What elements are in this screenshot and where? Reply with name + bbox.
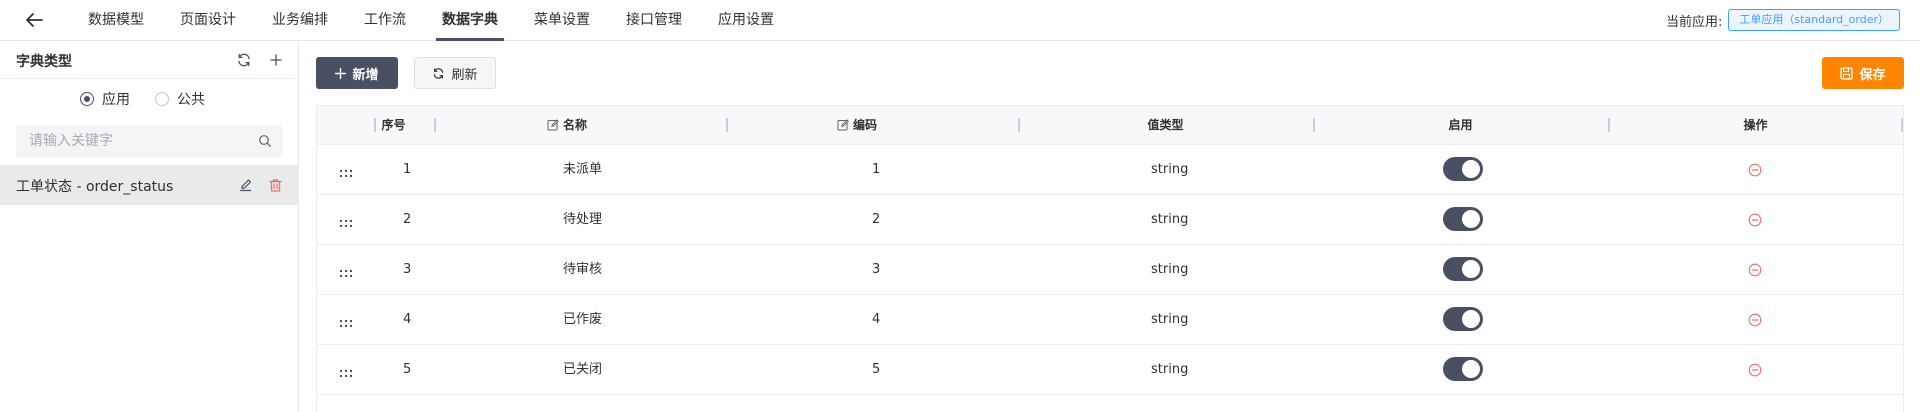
enabled-toggle[interactable]	[1443, 157, 1483, 181]
drag-handle-icon[interactable]	[339, 266, 355, 277]
refresh-icon	[434, 67, 444, 79]
trash-icon[interactable]	[268, 178, 283, 193]
enabled-toggle[interactable]	[1443, 257, 1483, 281]
tab-business-orchestration[interactable]: 业务编排	[254, 0, 346, 41]
tab-data-model[interactable]: 数据模型	[70, 0, 162, 41]
tab-workflow[interactable]: 工作流	[346, 0, 424, 41]
radio-public[interactable]: 公共	[155, 89, 205, 109]
row-value-type[interactable]: string	[1151, 195, 1188, 244]
column-divider[interactable]	[434, 118, 436, 132]
edit-icon[interactable]	[238, 178, 253, 193]
save-button-label: 保存	[1859, 67, 1886, 83]
save-button[interactable]: 保存	[1822, 57, 1904, 89]
drag-handle-icon[interactable]	[339, 316, 355, 327]
column-header-code-label: 编码	[852, 118, 877, 132]
scope-radio-group: 应用 公共	[0, 79, 298, 116]
edit-icon	[837, 119, 849, 131]
refresh-button-label: 刷新	[451, 67, 478, 83]
sidebar-title: 字典类型	[16, 54, 72, 70]
edit-icon	[547, 119, 559, 131]
row-index: 2	[403, 212, 412, 227]
radio-public-label: 公共	[177, 92, 205, 108]
remove-circle-icon[interactable]	[1748, 213, 1762, 227]
search-box	[16, 125, 282, 157]
tab-page-design[interactable]: 页面设计	[162, 0, 254, 41]
remove-circle-icon[interactable]	[1748, 363, 1762, 377]
enabled-toggle[interactable]	[1443, 207, 1483, 231]
column-header-name[interactable]: 名称	[517, 106, 617, 144]
column-header-actions: 操作	[1743, 118, 1768, 132]
drag-handle-icon[interactable]	[339, 216, 355, 227]
column-header-index: 序号	[381, 118, 406, 132]
row-code[interactable]: 3	[872, 245, 880, 294]
row-value-type[interactable]: string	[1151, 145, 1188, 194]
row-code[interactable]: 4	[872, 295, 880, 344]
dictionary-values-table: 序号 名称 编码 值类型 启用 操作 1 未派单 1 string 2 待处理 …	[316, 105, 1904, 412]
tab-menu-settings[interactable]: 菜单设置	[516, 0, 608, 41]
plus-icon	[335, 67, 347, 79]
remove-circle-icon[interactable]	[1748, 263, 1762, 277]
tab-app-settings[interactable]: 应用设置	[700, 0, 792, 41]
radio-public-dot[interactable]	[155, 92, 169, 106]
drag-handle-icon[interactable]	[339, 366, 355, 377]
row-name[interactable]: 已作废	[563, 295, 602, 344]
arrow-left-icon[interactable]	[22, 8, 46, 32]
dictionary-type-sidebar: 字典类型 应用 公共 工单状态 - order_status	[0, 41, 299, 412]
column-divider[interactable]	[726, 118, 728, 132]
row-value-type[interactable]: string	[1151, 245, 1188, 294]
refresh-icon[interactable]	[236, 52, 252, 68]
enabled-toggle[interactable]	[1443, 357, 1483, 381]
table-row: 5 已关闭 5 string	[317, 345, 1903, 395]
row-value-type[interactable]: string	[1151, 295, 1188, 344]
plus-icon[interactable]	[268, 52, 284, 68]
search-icon[interactable]	[258, 134, 272, 148]
add-button[interactable]: 新增	[316, 57, 398, 89]
row-index: 1	[403, 162, 412, 177]
radio-app[interactable]: 应用	[80, 89, 130, 109]
row-name[interactable]: 待审核	[563, 245, 602, 294]
module-tabs: 数据模型 页面设计 业务编排 工作流 数据字典 菜单设置 接口管理 应用设置	[70, 0, 792, 41]
drag-handle-icon[interactable]	[339, 166, 355, 177]
dictionary-item[interactable]: 工单状态 - order_status	[0, 165, 299, 205]
radio-app-label: 应用	[102, 92, 130, 108]
row-name[interactable]: 已关闭	[563, 345, 602, 394]
remove-circle-icon[interactable]	[1748, 163, 1762, 177]
column-header-name-label: 名称	[562, 118, 587, 132]
row-name[interactable]: 未派单	[563, 145, 602, 194]
radio-app-dot[interactable]	[80, 92, 94, 106]
row-code[interactable]: 5	[872, 345, 880, 394]
table-header: 序号 名称 编码 值类型 启用 操作	[317, 106, 1903, 145]
dictionary-item-label: 工单状态 - order_status	[16, 179, 174, 195]
table-row: 2 待处理 2 string	[317, 195, 1903, 245]
current-app-label: 当前应用:	[1665, 14, 1723, 30]
row-index: 3	[403, 262, 412, 277]
row-value-type[interactable]: string	[1151, 345, 1188, 394]
column-header-value-type: 值类型	[1147, 118, 1184, 132]
table-row: 4 已作废 4 string	[317, 295, 1903, 345]
search-input[interactable]	[16, 125, 246, 157]
sidebar-header: 字典类型	[0, 41, 298, 79]
remove-circle-icon[interactable]	[1748, 313, 1762, 327]
column-header-code[interactable]: 编码	[807, 106, 907, 144]
row-name[interactable]: 待处理	[563, 195, 602, 244]
current-app: 当前应用: 工单应用（standard_order）	[1666, 9, 1900, 31]
add-button-label: 新增	[352, 67, 379, 83]
save-icon	[1840, 66, 1854, 80]
tab-data-dictionary[interactable]: 数据字典	[424, 0, 516, 41]
table-row: 1 未派单 1 string	[317, 145, 1903, 195]
row-code[interactable]: 2	[872, 195, 880, 244]
current-app-tag[interactable]: 工单应用（standard_order）	[1728, 9, 1900, 31]
top-navigation-bar: 数据模型 页面设计 业务编排 工作流 数据字典 菜单设置 接口管理 应用设置 当…	[0, 0, 1920, 41]
column-divider[interactable]	[1901, 118, 1903, 132]
enabled-toggle[interactable]	[1443, 307, 1483, 331]
tab-api-management[interactable]: 接口管理	[608, 0, 700, 41]
refresh-button[interactable]: 刷新	[414, 57, 496, 89]
column-header-enabled: 启用	[1448, 118, 1473, 132]
row-index: 5	[403, 362, 412, 377]
table-row: 3 待审核 3 string	[317, 245, 1903, 295]
row-index: 4	[403, 312, 412, 327]
row-code[interactable]: 1	[872, 145, 880, 194]
